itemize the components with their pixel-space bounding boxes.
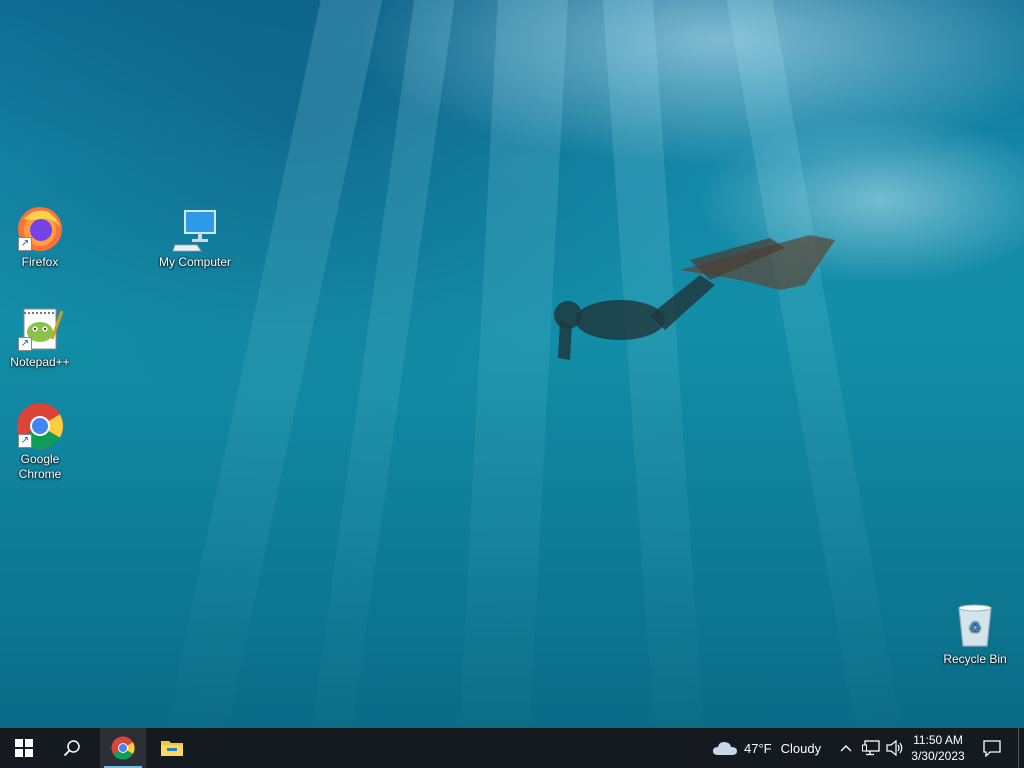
search-button[interactable]: [48, 728, 96, 768]
notification-center-button[interactable]: [976, 728, 1008, 768]
desktop-icon-google-chrome[interactable]: ↗ Google Chrome: [0, 402, 80, 482]
weather-temperature: 47°F: [744, 740, 772, 756]
svg-text:♻: ♻: [969, 620, 982, 636]
desktop-icon-label: Recycle Bin: [943, 652, 1007, 666]
clock[interactable]: 11:50 AM 3/30/2023: [905, 732, 971, 764]
shortcut-arrow-icon: ↗: [18, 337, 32, 351]
desktop-icon-label: Notepad++: [10, 355, 70, 369]
weather-widget[interactable]: 47°F Cloudy: [708, 728, 832, 768]
taskbar-app-file-explorer[interactable]: [148, 728, 196, 768]
recycle-bin-icon: ♻: [951, 602, 999, 650]
desktop-icon-notepadpp[interactable]: ↗ Notepad++: [0, 305, 80, 370]
shortcut-arrow-icon: ↗: [18, 237, 32, 251]
clock-date: 3/30/2023: [911, 749, 965, 763]
desktop-icon-firefox[interactable]: ↗ Firefox: [0, 205, 80, 270]
taskbar: 47°F Cloudy 11:50 AM 3/30/2023: [0, 728, 1024, 768]
chrome-icon: [111, 736, 135, 760]
firefox-icon: ↗: [16, 205, 64, 253]
computer-icon: [171, 205, 219, 253]
desktop-icon-my-computer[interactable]: My Computer: [155, 205, 235, 270]
notification-icon: [983, 740, 1001, 757]
cloud-icon: [713, 742, 737, 755]
clock-time: 11:50 AM: [913, 733, 963, 747]
network-icon: [862, 740, 880, 756]
shortcut-arrow-icon: ↗: [18, 434, 32, 448]
weather-condition: Cloudy: [780, 740, 822, 756]
windows-logo-icon: [15, 739, 33, 757]
desktop-icon-label: Firefox: [21, 255, 59, 269]
desktop-icon-label: My Computer: [158, 255, 232, 269]
diver-silhouette: [554, 235, 835, 360]
taskbar-app-chrome[interactable]: [100, 728, 146, 768]
start-button[interactable]: [0, 728, 48, 768]
desktop-icon-label: Google Chrome: [18, 452, 62, 481]
network-button[interactable]: [859, 728, 883, 768]
desktop-background[interactable]: ↗ Firefox My Computer ↗ Notepad++ ↗ Goog…: [0, 0, 1024, 728]
show-desktop-button[interactable]: [1018, 728, 1024, 768]
chevron-up-icon: [840, 745, 852, 752]
show-hidden-icons-button[interactable]: [836, 728, 856, 768]
desktop-icon-recycle-bin[interactable]: ♻ Recycle Bin: [935, 602, 1015, 667]
notepadpp-icon: ↗: [16, 305, 64, 353]
volume-button[interactable]: [884, 728, 906, 768]
folder-icon: [161, 741, 183, 756]
volume-icon: [886, 740, 903, 756]
search-icon: [63, 740, 80, 757]
chrome-icon: ↗: [16, 402, 64, 450]
